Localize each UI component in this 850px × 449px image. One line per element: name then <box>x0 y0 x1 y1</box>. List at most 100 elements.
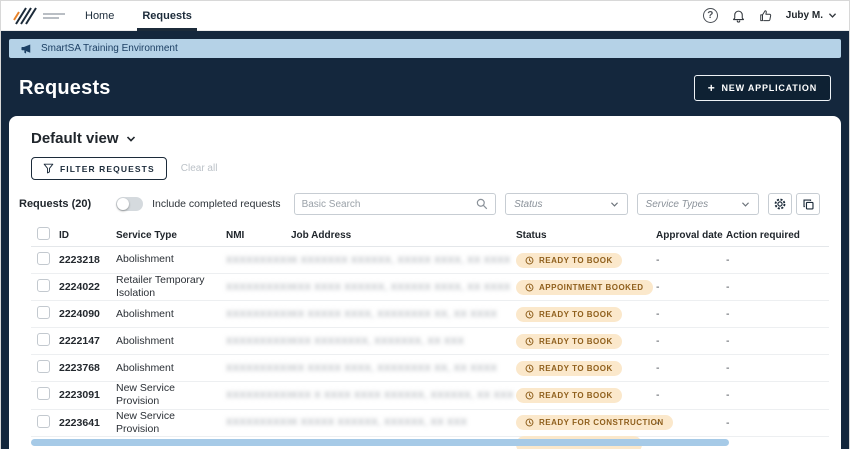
service-type: Abolishment <box>116 253 174 266</box>
request-id[interactable]: 2224022 <box>59 281 116 293</box>
requests-count: Requests (20) <box>19 198 92 210</box>
horizontal-scrollbar-thumb[interactable] <box>31 439 729 446</box>
row-checkbox[interactable] <box>37 414 50 428</box>
row-checkbox[interactable] <box>37 387 50 401</box>
clock-icon <box>525 256 534 264</box>
request-id[interactable]: 2223218 <box>59 254 116 266</box>
new-application-button[interactable]: + NEW APPLICATION <box>693 75 831 101</box>
approval-date: - <box>656 389 660 402</box>
action-required: - <box>726 335 730 348</box>
approval-date: - <box>656 416 660 429</box>
view-selector-label: Default view <box>31 130 119 147</box>
nmi-value: XXXXXXXXXX <box>226 362 291 374</box>
col-header-service-type: Service Type <box>116 229 177 241</box>
settings-button[interactable] <box>768 193 792 215</box>
copy-view-button[interactable] <box>796 193 820 215</box>
controls-row: Requests (20) Include completed requests… <box>9 180 841 224</box>
action-required: - <box>726 416 730 429</box>
include-completed-toggle[interactable] <box>116 197 144 211</box>
thumbs-up-icon[interactable] <box>759 9 773 23</box>
chevron-down-icon <box>828 13 837 18</box>
request-id[interactable]: 2224090 <box>59 308 116 320</box>
clear-all-link[interactable]: Clear all <box>181 163 218 174</box>
status-select-value: Status <box>514 198 543 210</box>
nmi-value: XXXXXXXXXX <box>226 281 291 293</box>
request-id[interactable]: 2223091 <box>59 389 116 401</box>
service-type: New Service Provision <box>116 409 175 435</box>
view-selector[interactable]: Default view <box>9 116 158 147</box>
col-header-job-address: Job Address <box>291 229 352 241</box>
user-name: Juby M. <box>785 10 823 21</box>
table-row: 2224090 Abolishment XXXXXXXXXX XX XXXXX … <box>31 301 829 329</box>
page-title: Requests <box>19 76 111 99</box>
row-checkbox[interactable] <box>37 279 50 293</box>
service-type: New Service Provision <box>116 382 175 408</box>
megaphone-icon <box>21 44 31 53</box>
select-all-checkbox[interactable] <box>37 227 50 240</box>
request-id[interactable]: 2223768 <box>59 362 116 374</box>
row-checkbox[interactable] <box>37 306 50 320</box>
job-address: XXX XXXX XXXXXX, XXXXXX XXXX, XX XXXX <box>291 281 511 293</box>
table-row: 2223218 Abolishment XXXXXXXXXX X XXXXXXX… <box>31 247 829 274</box>
basic-search <box>293 193 497 215</box>
service-type: Retailer Temporary Isolation <box>116 274 205 300</box>
service-type: Abolishment <box>116 334 174 347</box>
col-header-id: ID <box>59 229 69 241</box>
page-header: Requests + NEW APPLICATION <box>9 58 841 116</box>
filter-row: FILTER REQUESTS Clear all <box>9 147 841 180</box>
brand-logo[interactable] <box>13 6 65 26</box>
clock-icon <box>525 418 534 427</box>
notifications-bell-icon[interactable] <box>731 8 746 23</box>
clock-icon <box>525 364 534 373</box>
job-address: XX XXXXX XXXX, XXXXXXXX XX, XX XXXX <box>291 362 498 374</box>
table-row: 2223641 New Service Provision XXXXXXXXXX… <box>31 410 829 437</box>
filter-requests-button[interactable]: FILTER REQUESTS <box>31 157 167 180</box>
main-nav: Home Requests <box>85 1 197 31</box>
plus-icon: + <box>707 81 716 95</box>
clock-icon <box>525 283 534 292</box>
clock-icon <box>525 391 534 400</box>
requests-table: ID Service Type NMI Job Address Status A… <box>9 224 841 437</box>
job-address: X XXXXX XXXXXX, XXXXXX, XX XXX <box>291 417 468 429</box>
job-address: X XXXXXXX XXXXXX, XXXXX XXXX, XX XXXX <box>291 254 511 266</box>
nav-item-requests[interactable]: Requests <box>137 1 197 31</box>
status-badge: READY TO BOOK <box>516 306 622 322</box>
top-nav: Home Requests ? Juby M. <box>1 1 849 31</box>
status-badge: READY TO BOOK <box>516 333 622 349</box>
col-header-nmi: NMI <box>226 229 245 241</box>
status-badge: READY TO BOOK <box>516 387 622 403</box>
status-badge: READY TO BOOK <box>516 360 622 376</box>
service-type: Abolishment <box>116 307 174 320</box>
nmi-value: XXXXXXXXXX <box>226 254 291 266</box>
table-row: 2222147 Abolishment XXXXXXXXXX XXX XXXXX… <box>31 328 829 356</box>
toggle-knob <box>117 198 130 210</box>
request-id[interactable]: 2223641 <box>59 417 116 429</box>
request-id[interactable]: 2222147 <box>59 335 116 347</box>
table-row: 2223768 Abolishment XXXXXXXXXX XX XXXXX … <box>31 355 829 383</box>
nmi-value: XXXXXXXXXX <box>226 335 291 347</box>
basic-search-input[interactable] <box>301 198 477 210</box>
action-required: - <box>726 254 730 266</box>
chevron-down-icon <box>610 201 618 207</box>
copy-icon <box>802 198 814 210</box>
clock-icon <box>525 310 534 319</box>
job-address: XXX X XXXX XXXX XXXXXX, XXXXXX, XX XXX <box>291 389 514 401</box>
service-types-select-value: Service Types <box>645 198 709 210</box>
status-badge: APPOINTMENT BOOKED <box>516 279 653 295</box>
user-menu[interactable]: Juby M. <box>786 10 837 21</box>
action-required: - <box>726 308 730 321</box>
include-completed-label: Include completed requests <box>152 198 281 210</box>
chevron-down-icon <box>126 135 135 142</box>
status-select[interactable]: Status <box>505 193 628 215</box>
action-required: - <box>726 389 730 402</box>
table-row: 2223091 New Service Provision XXXXXXXXXX… <box>31 382 829 410</box>
row-checkbox[interactable] <box>37 360 50 374</box>
row-checkbox[interactable] <box>37 252 50 265</box>
row-checkbox[interactable] <box>37 333 50 347</box>
search-icon <box>476 198 488 210</box>
service-types-select[interactable]: Service Types <box>636 193 759 215</box>
environment-banner-text: SmartSA Training Environment <box>41 43 178 54</box>
help-icon[interactable]: ? <box>702 8 718 23</box>
nav-item-home[interactable]: Home <box>85 1 114 31</box>
nmi-value: XXXXXXXXXX <box>226 417 291 429</box>
